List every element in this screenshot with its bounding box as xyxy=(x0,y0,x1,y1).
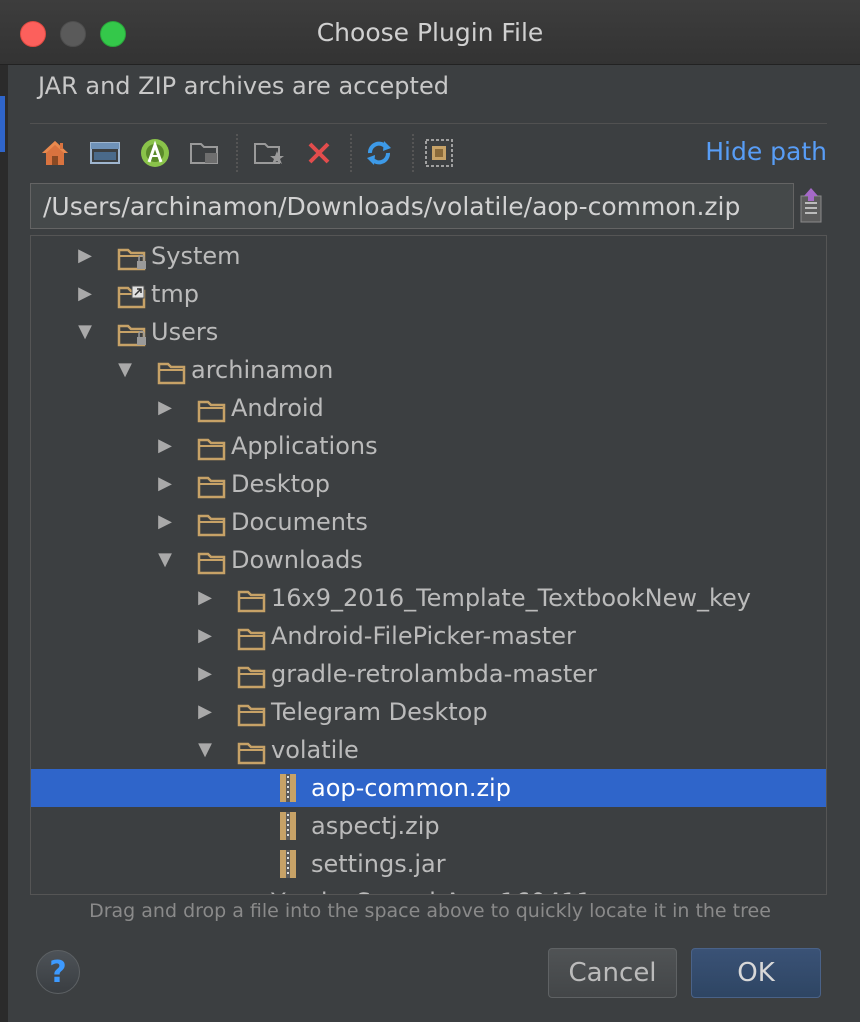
expand-arrow-down-icon[interactable]: ▼ xyxy=(115,351,135,389)
tree-item-label: YandexSpeechApp-160411 xyxy=(271,883,592,894)
folder-icon xyxy=(237,700,267,727)
expand-arrow-right-icon[interactable]: ▶ xyxy=(195,883,215,894)
home-icon[interactable] xyxy=(38,136,72,170)
toolbar-separator xyxy=(236,134,239,172)
folder-icon xyxy=(237,662,267,689)
archive-icon xyxy=(277,774,307,802)
hide-path-link[interactable]: Hide path xyxy=(705,137,827,166)
archive-icon xyxy=(277,850,307,878)
tree-item-label: archinamon xyxy=(191,356,334,384)
folder-icon xyxy=(237,890,267,894)
tree-item-label: Downloads xyxy=(231,546,363,574)
dialog-description: JAR and ZIP archives are accepted xyxy=(38,72,449,100)
tree-item-label: 16x9_2016_Template_TextbookNew_key xyxy=(271,584,751,612)
folder-icon xyxy=(237,624,267,651)
module-folder-icon[interactable] xyxy=(188,136,222,170)
tree-folder-item[interactable]: ▶ Desktop xyxy=(31,465,826,503)
background-window-accent xyxy=(0,96,5,152)
toolbar-separator xyxy=(350,134,353,172)
path-input[interactable] xyxy=(30,183,794,229)
tree-item-label: Android-FilePicker-master xyxy=(271,622,576,650)
tree-item-label: Android xyxy=(231,394,324,422)
expand-arrow-right-icon[interactable]: ▶ xyxy=(195,617,215,655)
expand-arrow-down-icon[interactable]: ▼ xyxy=(195,731,215,769)
expand-arrow-right-icon[interactable]: ▶ xyxy=(155,503,175,541)
show-hidden-icon[interactable] xyxy=(422,136,456,170)
file-tree[interactable]: ▶ System ▶ tmp ▼ Users ▼ archinamon ▶ Android ▶ App… xyxy=(30,235,827,895)
tree-folder-item[interactable]: ▶ 16x9_2016_Template_TextbookNew_key xyxy=(31,579,826,617)
tree-folder-item[interactable]: ▶ Documents xyxy=(31,503,826,541)
locked-folder-icon xyxy=(117,320,147,347)
tree-item-label: volatile xyxy=(271,736,359,764)
folder-icon xyxy=(237,586,267,613)
folder-icon xyxy=(197,510,227,537)
expand-arrow-down-icon[interactable]: ▼ xyxy=(75,313,95,351)
expand-arrow-right-icon[interactable]: ▶ xyxy=(75,275,95,313)
tree-file-item[interactable]: settings.jar xyxy=(31,845,826,883)
folder-icon xyxy=(197,548,227,575)
ok-button[interactable]: OK xyxy=(691,948,821,998)
cancel-button[interactable]: Cancel xyxy=(548,948,677,998)
window-title: Choose Plugin File xyxy=(316,18,544,47)
tree-item-label: tmp xyxy=(151,280,200,308)
expand-arrow-right-icon[interactable]: ▶ xyxy=(155,465,175,503)
archive-icon xyxy=(277,812,307,840)
expand-arrow-right-icon[interactable]: ▶ xyxy=(195,579,215,617)
desktop-icon[interactable] xyxy=(88,136,122,170)
tree-item-label: Applications xyxy=(231,432,378,460)
tree-folder-item[interactable]: ▼ Downloads xyxy=(31,541,826,579)
drop-hint: Drag and drop a file into the space abov… xyxy=(89,900,771,922)
refresh-icon[interactable] xyxy=(362,136,396,170)
background-window-edge xyxy=(0,0,8,1022)
delete-icon[interactable] xyxy=(302,136,336,170)
tree-folder-item[interactable]: ▶ Telegram Desktop xyxy=(31,693,826,731)
locked-folder-icon xyxy=(117,244,147,271)
tree-folder-item[interactable]: ▶ Android xyxy=(31,389,826,427)
folder-icon xyxy=(237,738,267,765)
toolbar-separator xyxy=(412,134,415,172)
tree-item-label: aspectj.zip xyxy=(311,812,440,840)
expand-arrow-right-icon[interactable]: ▶ xyxy=(195,655,215,693)
tree-item-label: System xyxy=(151,242,241,270)
tree-folder-item[interactable]: ▶ Applications xyxy=(31,427,826,465)
tree-folder-item[interactable]: ▼ archinamon xyxy=(31,351,826,389)
tree-item-label: Telegram Desktop xyxy=(271,698,488,726)
tree-folder-item[interactable]: ▶ System xyxy=(31,237,826,275)
tree-file-item[interactable]: aspectj.zip xyxy=(31,807,826,845)
tree-item-label: Documents xyxy=(231,508,368,536)
folder-icon xyxy=(197,396,227,423)
tree-folder-item[interactable]: ▶ Android-FilePicker-master xyxy=(31,617,826,655)
new-folder-icon[interactable] xyxy=(252,136,286,170)
help-button[interactable]: ? xyxy=(36,950,80,994)
tree-item-label: Users xyxy=(151,318,219,346)
symlink-folder-icon xyxy=(117,282,147,309)
expand-arrow-down-icon[interactable]: ▼ xyxy=(155,541,175,579)
tree-item-label: gradle-retrolambda-master xyxy=(271,660,597,688)
expand-arrow-right-icon[interactable]: ▶ xyxy=(75,237,95,275)
title-bar[interactable]: Choose Plugin File xyxy=(0,0,860,65)
folder-icon xyxy=(197,472,227,499)
tree-item-label: aop-common.zip xyxy=(311,774,511,802)
android-project-icon[interactable] xyxy=(138,136,172,170)
tree-folder-item[interactable]: ▼ volatile xyxy=(31,731,826,769)
expand-arrow-right-icon[interactable]: ▶ xyxy=(195,693,215,731)
tree-item-label: settings.jar xyxy=(311,850,446,878)
path-history-icon[interactable] xyxy=(797,188,825,224)
expand-arrow-right-icon[interactable]: ▶ xyxy=(155,389,175,427)
tree-folder-item[interactable]: ▶ gradle-retrolambda-master xyxy=(31,655,826,693)
tree-folder-item[interactable]: ▶ YandexSpeechApp-160411 xyxy=(31,883,826,894)
tree-file-item[interactable]: aop-common.zip xyxy=(31,769,826,807)
expand-arrow-right-icon[interactable]: ▶ xyxy=(155,427,175,465)
tree-item-label: Desktop xyxy=(231,470,330,498)
folder-icon xyxy=(197,434,227,461)
header-divider xyxy=(30,123,827,124)
tree-folder-item[interactable]: ▶ tmp xyxy=(31,275,826,313)
tree-folder-item[interactable]: ▼ Users xyxy=(31,313,826,351)
folder-icon xyxy=(157,358,187,385)
plugin-file-dialog: Choose Plugin File JAR and ZIP archives … xyxy=(0,0,860,1022)
